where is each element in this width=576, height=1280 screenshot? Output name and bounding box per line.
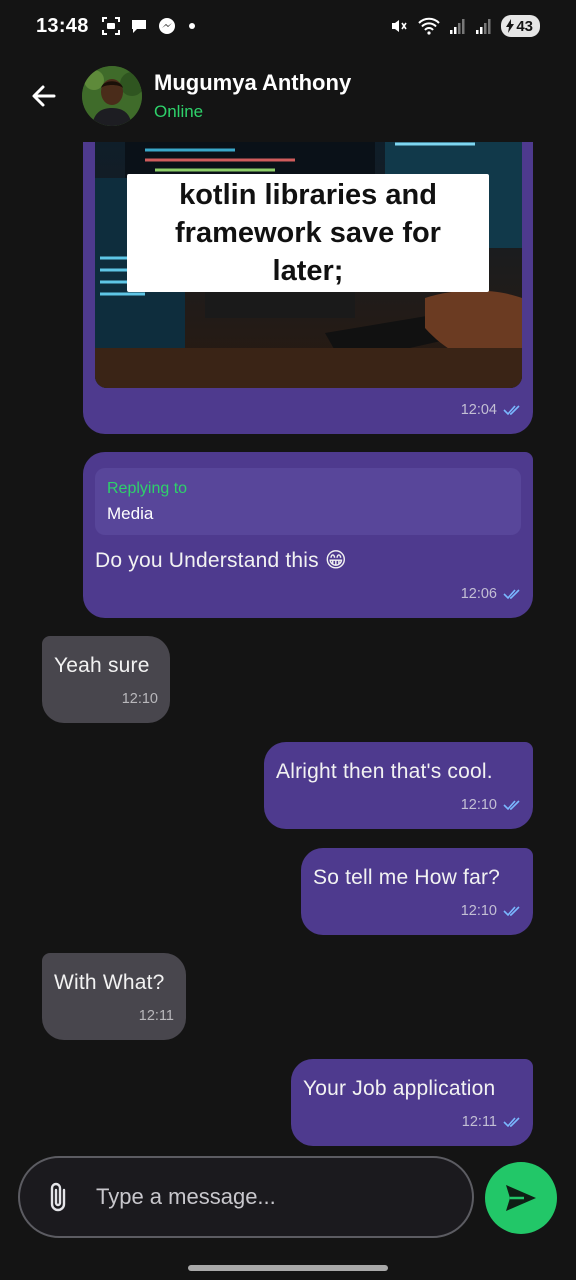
message-meta: 12:10 xyxy=(461,903,521,919)
notification-icons xyxy=(101,16,195,36)
sent-message[interactable]: Alright then that's cool. 12:10 xyxy=(264,742,533,829)
message-text: So tell me How far? xyxy=(313,866,501,889)
paperclip-icon xyxy=(50,1182,66,1212)
send-button[interactable] xyxy=(485,1162,557,1234)
signal-icon xyxy=(450,19,465,34)
message-time: 12:11 xyxy=(138,1008,174,1024)
message-composer xyxy=(18,1156,474,1238)
signal-icon-2 xyxy=(476,19,491,34)
contact-status: Online xyxy=(154,102,204,121)
received-message[interactable]: With What? 12:11 xyxy=(42,953,186,1040)
messenger-icon xyxy=(158,18,175,34)
home-indicator[interactable] xyxy=(188,1265,388,1271)
message-list[interactable]: kotlin libraries and framework save for … xyxy=(0,142,576,1146)
message-input[interactable] xyxy=(96,1184,436,1210)
message-text: With What? xyxy=(54,971,165,994)
message-time: 12:10 xyxy=(460,797,497,813)
message-text: Yeah sure xyxy=(54,654,150,677)
avatar-image xyxy=(82,66,142,126)
arrow-left-icon xyxy=(32,85,56,107)
shared-image[interactable]: kotlin libraries and framework save for … xyxy=(95,142,522,388)
message-time: 12:10 xyxy=(460,903,497,919)
battery-indicator: 43 xyxy=(501,15,540,37)
attach-button[interactable] xyxy=(38,1177,78,1217)
message-time: 12:06 xyxy=(460,586,497,602)
image-message[interactable]: kotlin libraries and framework save for … xyxy=(83,142,533,434)
contact-avatar[interactable] xyxy=(82,66,142,126)
message-time: 12:11 xyxy=(461,1114,497,1130)
double-check-icon xyxy=(503,906,520,917)
image-caption: kotlin libraries and framework save for … xyxy=(127,174,489,292)
status-bar: 13:48 43 xyxy=(0,0,576,52)
message-text: Do you Understand this 😁 xyxy=(95,549,347,572)
double-check-icon xyxy=(503,800,520,811)
double-check-icon xyxy=(503,589,520,600)
sent-message[interactable]: Your Job application 12:11 xyxy=(291,1059,533,1146)
mute-icon xyxy=(392,20,407,32)
sent-message[interactable]: So tell me How far? 12:10 xyxy=(301,848,533,935)
reply-message[interactable]: Replying to Media Do you Understand this… xyxy=(83,452,533,618)
message-meta: 12:10 xyxy=(122,691,158,707)
screenshot-icon xyxy=(101,17,120,35)
message-time: 12:04 xyxy=(460,402,497,418)
double-check-icon xyxy=(503,405,520,416)
wifi-icon xyxy=(418,17,441,35)
message-time: 12:10 xyxy=(121,691,158,707)
reply-target: Media xyxy=(107,504,154,523)
message-meta: 12:04 xyxy=(461,402,521,418)
message-text: Your Job application xyxy=(303,1077,496,1100)
chat-header: Mugumya Anthony Online xyxy=(0,60,576,132)
received-message[interactable]: Yeah sure 12:10 xyxy=(42,636,170,723)
chat-bubble-icon xyxy=(131,20,146,33)
message-meta: 12:11 xyxy=(139,1008,174,1024)
contact-name: Mugumya Anthony xyxy=(154,70,352,95)
message-meta: 12:06 xyxy=(461,586,521,602)
contact-info[interactable]: Mugumya Anthony Online xyxy=(154,70,351,122)
send-icon xyxy=(506,1185,536,1211)
status-time: 13:48 xyxy=(36,14,89,37)
quoted-reply[interactable]: Replying to Media xyxy=(95,468,521,535)
system-icons: 43 xyxy=(389,15,540,37)
more-notifications-dot-icon xyxy=(188,23,195,29)
message-meta: 12:11 xyxy=(462,1114,521,1130)
message-meta: 12:10 xyxy=(461,797,521,813)
double-check-icon xyxy=(503,1117,520,1128)
battery-level: 43 xyxy=(516,17,533,35)
reply-label: Replying to xyxy=(107,480,188,497)
charging-bolt-icon xyxy=(506,19,515,33)
message-text: Alright then that's cool. xyxy=(276,760,493,783)
back-button[interactable] xyxy=(22,74,66,118)
